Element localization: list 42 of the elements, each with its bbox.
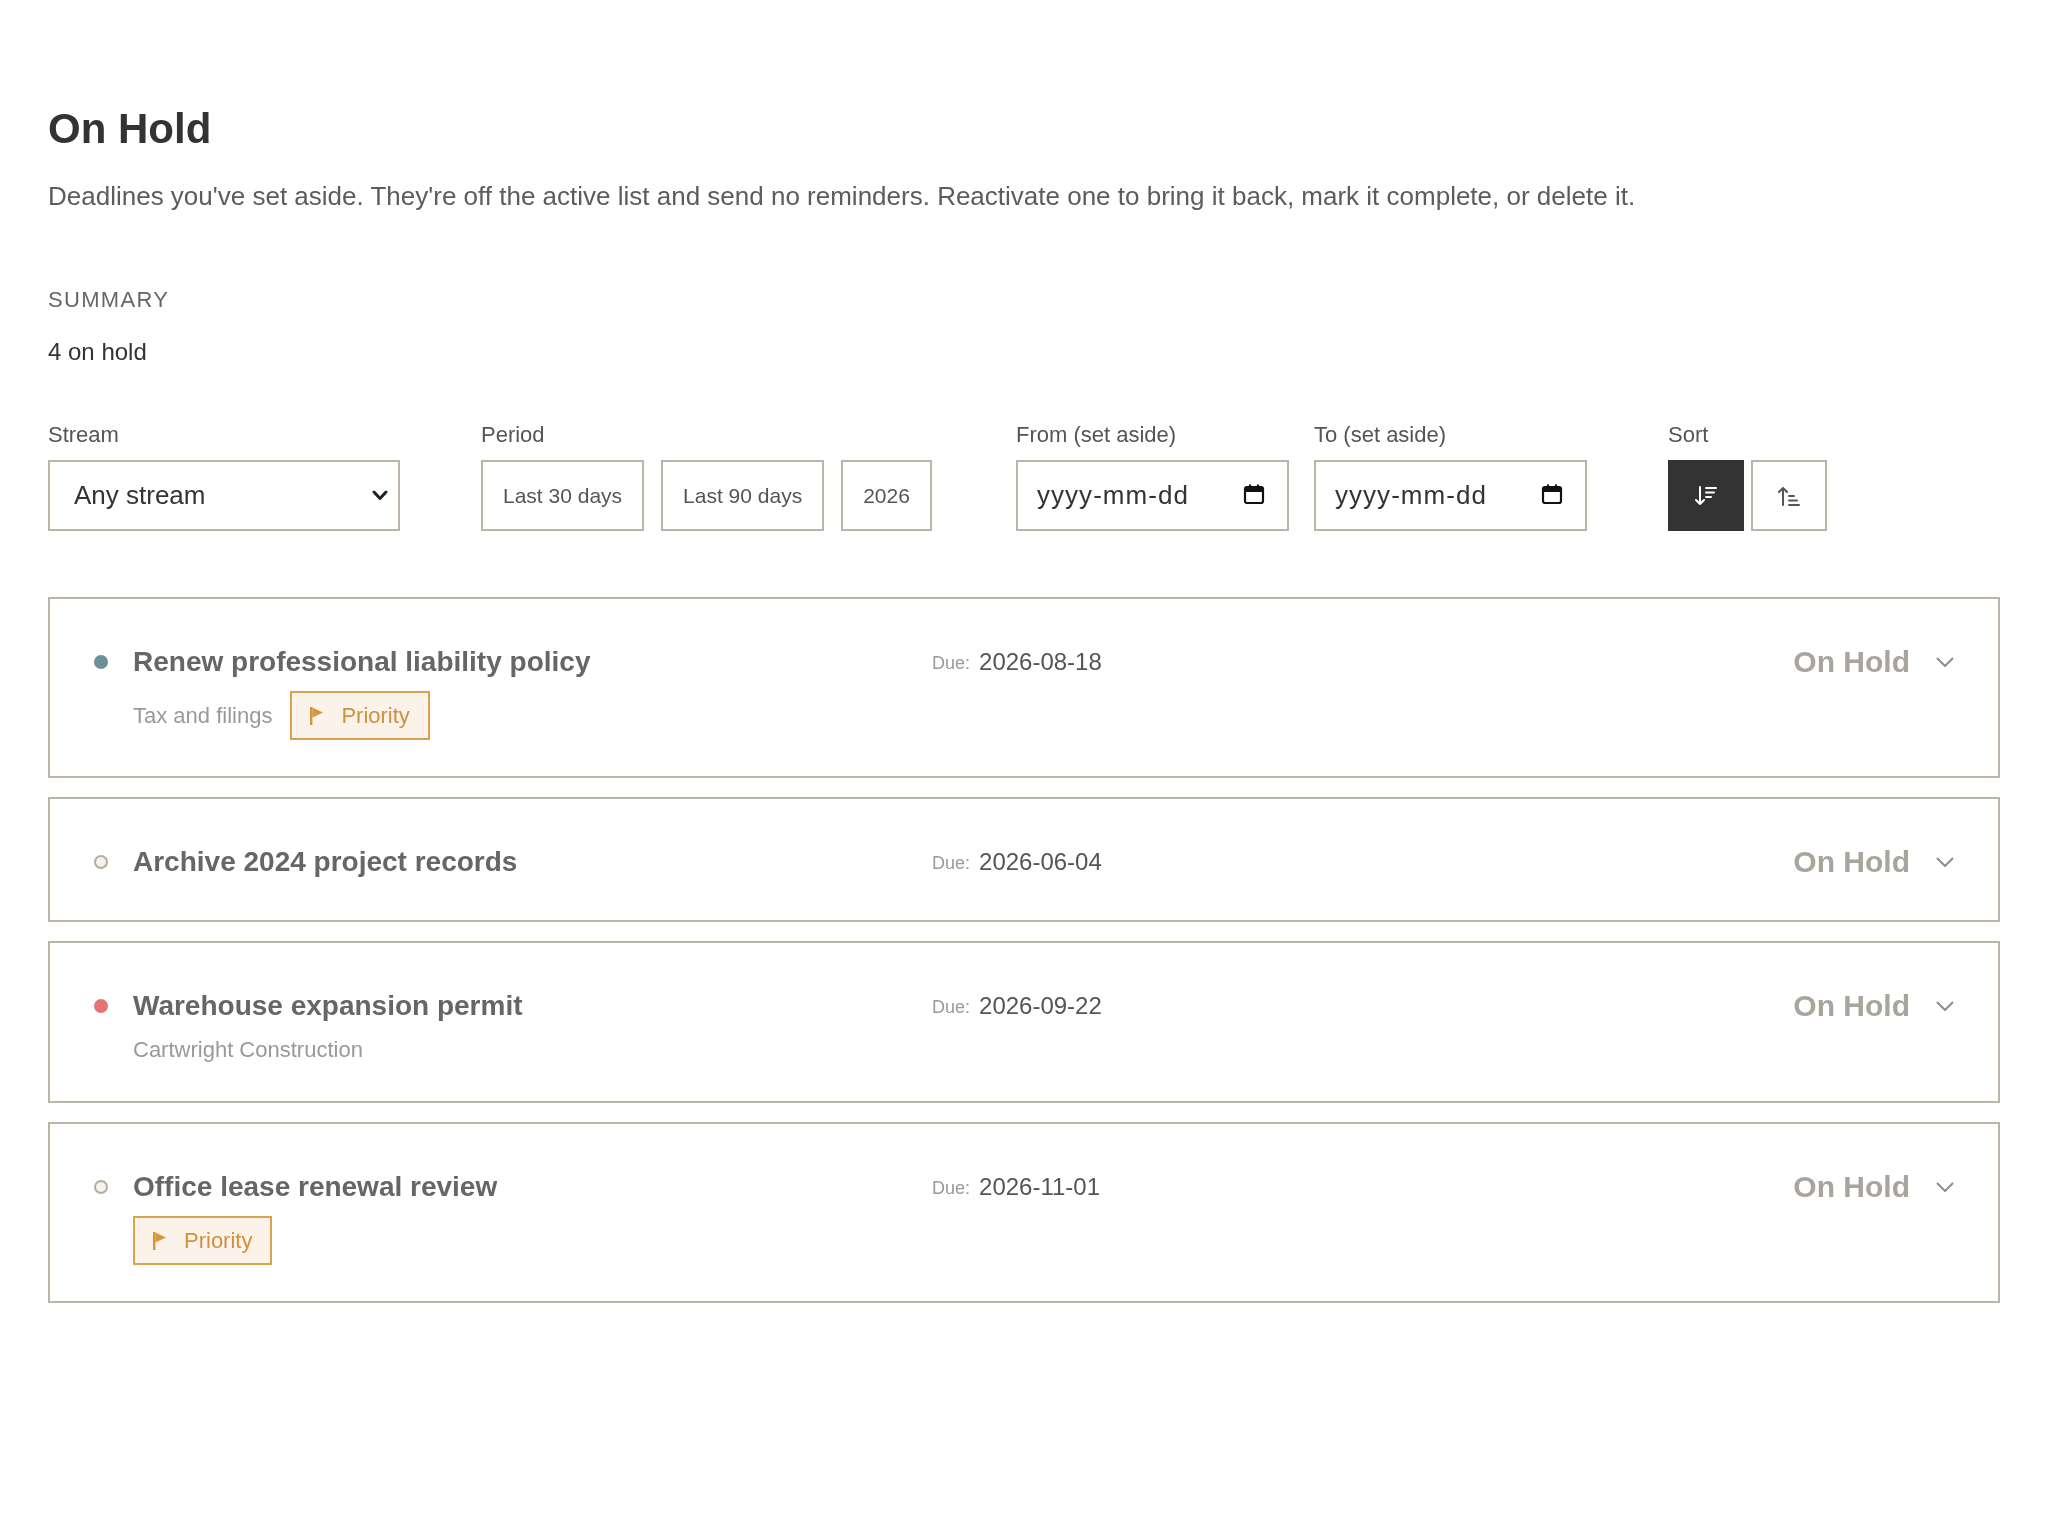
sort-descending-icon: [1694, 483, 1718, 508]
calendar-icon[interactable]: [1541, 483, 1563, 505]
due-date: 2026-11-01: [979, 1171, 1100, 1202]
stream-select[interactable]: Any stream: [48, 460, 400, 531]
chevron-down-icon: [1936, 656, 1954, 667]
period-button[interactable]: Last 30 days: [481, 460, 645, 531]
due-label: Due:: [932, 996, 971, 1019]
due-date: 2026-06-04: [979, 846, 1102, 877]
priority-label: Priority: [184, 1226, 253, 1255]
page-description: Deadlines you've set aside. They're off the active list and send no reminders. Reactivate one to bring it back, mark it complete, or delete it.: [48, 180, 1637, 212]
priority-label: Priority: [341, 701, 410, 730]
due-date: 2026-09-22: [979, 990, 1102, 1021]
filter-label: From (set aside): [1016, 422, 1178, 448]
date-field[interactable]: yyyy-mm-dd: [1314, 460, 1587, 531]
calendar-icon[interactable]: [1243, 483, 1265, 505]
deadline-title: Archive 2024 project records: [133, 845, 519, 879]
chevron-down-icon: [1936, 856, 1954, 867]
filter-label: Sort: [1668, 422, 1710, 448]
summary-heading: SUMMARY: [48, 288, 171, 312]
flag-icon: [153, 1231, 166, 1250]
deadline-title: Warehouse expansion permit: [133, 989, 524, 1023]
due-label: Due:: [932, 652, 971, 675]
stream-name: Tax and filings: [133, 701, 273, 730]
deadline-title: Renew professional liability policy: [133, 645, 592, 679]
period-button[interactable]: Last 90 days: [661, 460, 825, 531]
chevron-down-icon: [1936, 1181, 1954, 1192]
stream-name: Cartwright Construction: [133, 1036, 363, 1064]
period-button[interactable]: 2026: [841, 460, 932, 531]
due-label: Due:: [932, 852, 971, 875]
filter-label: Period: [481, 422, 546, 448]
deadline-title: Office lease renewal review: [133, 1170, 499, 1204]
filter-label: Stream: [48, 422, 120, 448]
due-date: 2026-08-18: [979, 646, 1102, 677]
summary-count: 4 on hold: [48, 337, 148, 367]
filter-label: To (set aside): [1314, 422, 1448, 448]
date-field[interactable]: yyyy-mm-dd: [1016, 460, 1289, 531]
due-label: Due:: [932, 1177, 971, 1200]
flag-icon: [310, 706, 324, 725]
page-title: On Hold: [48, 104, 213, 154]
chevron-down-icon: [372, 490, 388, 501]
chevron-down-icon: [1936, 1000, 1954, 1011]
sort-button[interactable]: [1668, 460, 1744, 531]
